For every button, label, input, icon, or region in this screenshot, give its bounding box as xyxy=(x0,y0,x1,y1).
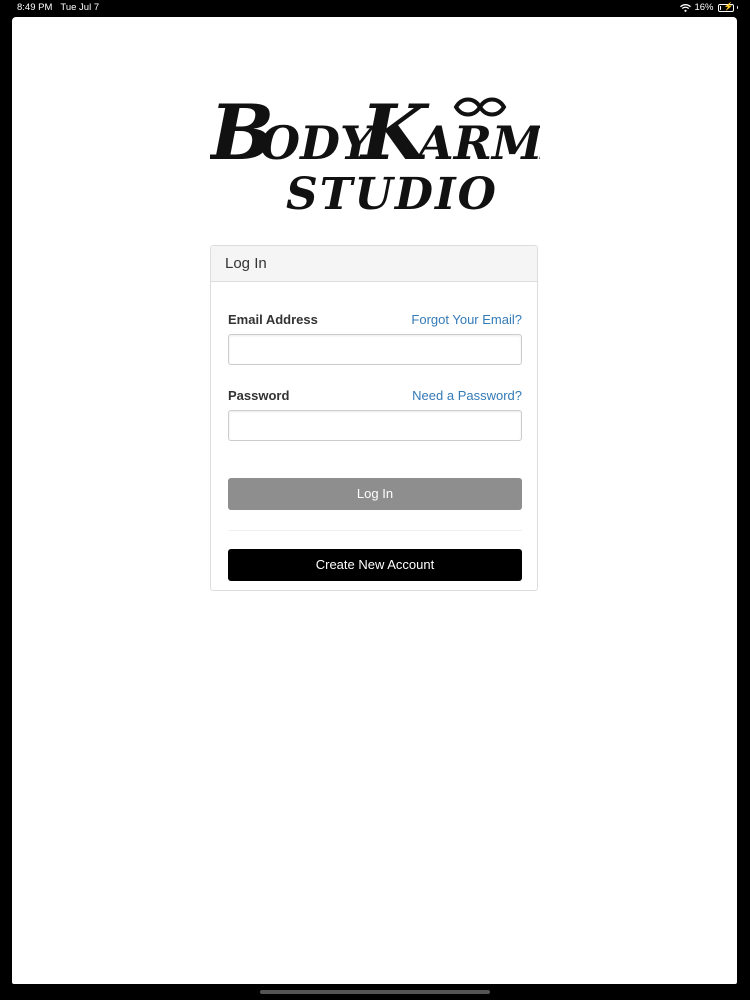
email-input[interactable] xyxy=(228,334,522,365)
device-screen: 8:49 PM Tue Jul 7 16% ⚡ B ODY K ARM STUD… xyxy=(0,0,750,1000)
status-date: Tue Jul 7 xyxy=(60,2,100,13)
page-content: B ODY K ARMA STUDIO Log In Email Address… xyxy=(12,17,737,984)
body-karma-studio-logo: B ODY K ARMA STUDIO xyxy=(210,93,540,217)
need-password-link[interactable]: Need a Password? xyxy=(412,388,522,403)
login-panel-heading: Log In xyxy=(211,246,537,282)
create-account-button[interactable]: Create New Account xyxy=(228,549,522,581)
battery-cap xyxy=(736,6,738,9)
charging-bolt-icon: ⚡ xyxy=(723,1,734,11)
svg-text:STUDIO: STUDIO xyxy=(286,169,498,217)
password-label-row: Password Need a Password? xyxy=(228,388,522,403)
wifi-icon xyxy=(680,3,692,12)
home-indicator[interactable] xyxy=(260,990,490,994)
battery-percent: 16% xyxy=(694,2,714,13)
forgot-email-link[interactable]: Forgot Your Email? xyxy=(411,312,522,327)
svg-text:ARMA: ARMA xyxy=(414,116,540,170)
status-time: 8:49 PM xyxy=(17,2,53,13)
svg-text:ODY: ODY xyxy=(260,116,377,170)
battery-level-fill xyxy=(719,5,722,10)
password-input[interactable] xyxy=(228,410,522,441)
infinity-icon xyxy=(453,97,507,117)
status-right: 16% ⚡ xyxy=(680,2,738,13)
status-bar: 8:49 PM Tue Jul 7 16% ⚡ xyxy=(0,0,750,16)
battery-icon: ⚡ xyxy=(717,1,734,12)
password-label: Password xyxy=(228,388,290,403)
email-label-row: Email Address Forgot Your Email? xyxy=(228,312,522,327)
login-panel: Log In Email Address Forgot Your Email? … xyxy=(210,245,538,591)
status-left: 8:49 PM Tue Jul 7 xyxy=(17,2,99,13)
divider xyxy=(228,530,522,531)
email-label: Email Address xyxy=(228,312,318,327)
login-button[interactable]: Log In xyxy=(228,478,522,510)
